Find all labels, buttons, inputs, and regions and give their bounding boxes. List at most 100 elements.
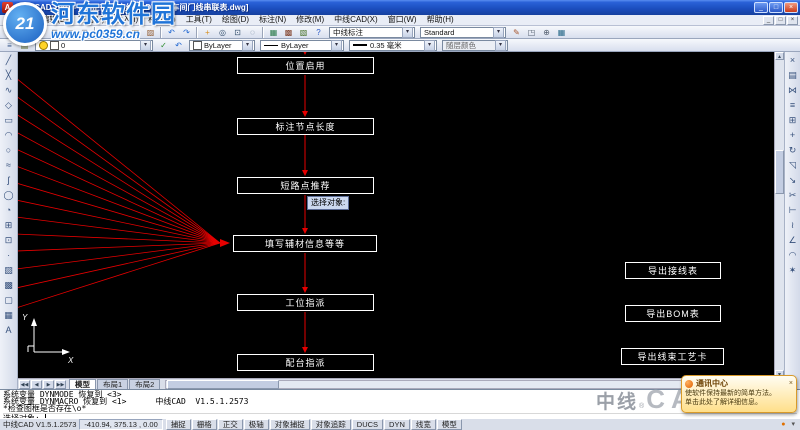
chevron-down-icon[interactable]: ▾ xyxy=(424,40,435,51)
line-icon[interactable]: ╱ xyxy=(2,53,16,68)
stretch-icon[interactable]: ↘ xyxy=(786,173,800,188)
menu-item[interactable]: 帮助(H) xyxy=(422,15,459,25)
menu-item[interactable]: 修改(M) xyxy=(291,15,329,25)
doc-restore-button[interactable]: □ xyxy=(775,16,786,25)
make-layer-current-icon[interactable]: ✓ xyxy=(156,39,171,52)
layout-nav-button[interactable]: ▶▶ xyxy=(55,380,66,389)
ellipse-icon[interactable]: ◯ xyxy=(2,188,16,203)
menu-item[interactable]: 插入(I) xyxy=(110,15,144,25)
menu-item[interactable]: 中线CAD(X) xyxy=(329,15,383,25)
text-style-combo[interactable]: Standard ▾ xyxy=(420,27,506,38)
dim-style-combo[interactable]: 中线标注 ▾ xyxy=(329,27,415,38)
arc-icon[interactable]: ◠ xyxy=(2,128,16,143)
status-toggle[interactable]: 对象追踪 xyxy=(311,419,351,430)
flow-node[interactable]: 短路点推荐 xyxy=(237,177,374,194)
flow-node[interactable]: 标注节点长度 xyxy=(237,118,374,135)
minimize-button[interactable]: _ xyxy=(754,2,768,13)
undo-icon[interactable]: ↶ xyxy=(164,26,179,39)
insert-block-icon[interactable]: ⊞ xyxy=(2,218,16,233)
layer-previous-icon[interactable]: ↶ xyxy=(171,39,186,52)
zoom-previous-icon[interactable]: ◌ xyxy=(245,26,260,39)
copy-object-icon[interactable]: ▤ xyxy=(786,68,800,83)
table-icon[interactable]: ▦ xyxy=(2,308,16,323)
publish-icon[interactable]: ⊞ xyxy=(77,26,92,39)
popup-close-icon[interactable]: × xyxy=(789,380,793,387)
chevron-down-icon[interactable]: ▾ xyxy=(140,40,151,51)
region-icon[interactable]: ▢ xyxy=(2,293,16,308)
offset-icon[interactable]: ≡ xyxy=(786,98,800,113)
polyline-icon[interactable]: ∿ xyxy=(2,83,16,98)
flow-node[interactable]: 位置启用 xyxy=(237,57,374,74)
help-icon[interactable]: ? xyxy=(311,26,326,39)
layout-tab[interactable]: 模型 xyxy=(69,379,96,390)
zoom-realtime-icon[interactable]: ◎ xyxy=(215,26,230,39)
layout-tab[interactable]: 布局2 xyxy=(129,379,160,390)
menu-item[interactable]: 编辑(E) xyxy=(36,15,73,25)
layout-nav-button[interactable]: ◀◀ xyxy=(19,380,30,389)
status-toggle[interactable]: 正交 xyxy=(218,419,243,430)
redo-icon[interactable]: ↷ xyxy=(179,26,194,39)
layer-states-icon[interactable]: ▤ xyxy=(17,39,32,52)
move-icon[interactable]: + xyxy=(786,128,800,143)
chamfer-icon[interactable]: ∠ xyxy=(786,233,800,248)
vertical-scroll-thumb[interactable] xyxy=(775,150,784,194)
status-toggle[interactable]: 线宽 xyxy=(411,419,436,430)
mirror-icon[interactable]: ⋈ xyxy=(786,83,800,98)
plot-style-combo[interactable]: 随层颜色 ▾ xyxy=(442,40,508,51)
revision-cloud-icon[interactable]: ≈ xyxy=(2,158,16,173)
lineweight-combo[interactable]: 0.35 毫米 ▾ xyxy=(349,40,437,51)
tool-palettes-icon[interactable]: ▧ xyxy=(296,26,311,39)
flow-node[interactable]: 工位指派 xyxy=(237,294,374,311)
save-icon[interactable]: ▣ xyxy=(32,26,47,39)
close-button[interactable]: × xyxy=(784,2,798,13)
sheet-set-icon[interactable]: ▦ xyxy=(554,26,569,39)
chevron-down-icon[interactable]: ▾ xyxy=(331,40,342,51)
circle-icon[interactable]: ○ xyxy=(2,143,16,158)
horizontal-scroll-thumb[interactable] xyxy=(167,380,279,389)
scale-icon[interactable]: ◹ xyxy=(786,158,800,173)
paste-icon[interactable]: ▥ xyxy=(128,26,143,39)
rotate-icon[interactable]: ↻ xyxy=(786,143,800,158)
menu-item[interactable]: 标注(N) xyxy=(254,15,291,25)
export-node[interactable]: 导出线束工艺卡 xyxy=(621,348,724,365)
menu-item[interactable]: 格式(O) xyxy=(143,15,181,25)
zoom-window-icon[interactable]: ⊡ xyxy=(230,26,245,39)
status-toggle[interactable]: 极轴 xyxy=(244,419,269,430)
make-block-icon[interactable]: ⊡ xyxy=(2,233,16,248)
open-icon[interactable]: ◱ xyxy=(17,26,32,39)
flow-node[interactable]: 填写辅材信息等等 xyxy=(233,235,377,252)
restore-button[interactable]: □ xyxy=(769,2,783,13)
properties-icon[interactable]: ▦ xyxy=(266,26,281,39)
orbit-icon[interactable]: ⊕ xyxy=(539,26,554,39)
popup-body-line2[interactable]: 单击此处了解详细信息。 xyxy=(685,399,793,407)
point-icon[interactable]: ∙ xyxy=(2,248,16,263)
match-properties-icon[interactable]: ▨ xyxy=(143,26,158,39)
vertical-scrollbar[interactable]: ▲ ▼ xyxy=(774,52,784,378)
flow-node[interactable]: 配台指派 xyxy=(237,354,374,371)
chevron-down-icon[interactable]: ▾ xyxy=(402,27,413,38)
chevron-down-icon[interactable]: ▾ xyxy=(242,40,253,51)
status-toggle[interactable]: 捕捉 xyxy=(166,419,191,430)
spline-icon[interactable]: ʃ xyxy=(2,173,16,188)
scroll-up-icon[interactable]: ▲ xyxy=(775,52,784,60)
layout-nav-button[interactable]: ◀ xyxy=(31,380,42,389)
status-toggle[interactable]: DUCS xyxy=(352,419,383,430)
fillet-icon[interactable]: ◠ xyxy=(786,248,800,263)
menu-item[interactable]: 绘图(D) xyxy=(217,15,254,25)
menu-item[interactable]: 视图(V) xyxy=(73,15,110,25)
chevron-down-icon[interactable]: ▾ xyxy=(495,40,506,51)
layout-nav-button[interactable]: ▶ xyxy=(43,380,54,389)
export-node[interactable]: 导出BOM表 xyxy=(625,305,721,322)
status-toggle[interactable]: DYN xyxy=(384,419,410,430)
coordinate-display[interactable]: -410.94, 375.13 , 0.00 xyxy=(79,419,162,430)
chevron-down-icon[interactable]: ▾ xyxy=(493,27,504,38)
block-editor-icon[interactable]: ◳ xyxy=(524,26,539,39)
status-menu-arrow-icon[interactable]: ▾ xyxy=(789,420,797,429)
export-node[interactable]: 导出接线表 xyxy=(625,262,721,279)
markup-icon[interactable]: ✎ xyxy=(509,26,524,39)
trim-icon[interactable]: ✂ xyxy=(786,188,800,203)
menu-item[interactable]: 工具(T) xyxy=(181,15,217,25)
explode-icon[interactable]: ✶ xyxy=(786,263,800,278)
menu-item[interactable]: 窗口(W) xyxy=(383,15,422,25)
cut-icon[interactable]: ✂ xyxy=(98,26,113,39)
